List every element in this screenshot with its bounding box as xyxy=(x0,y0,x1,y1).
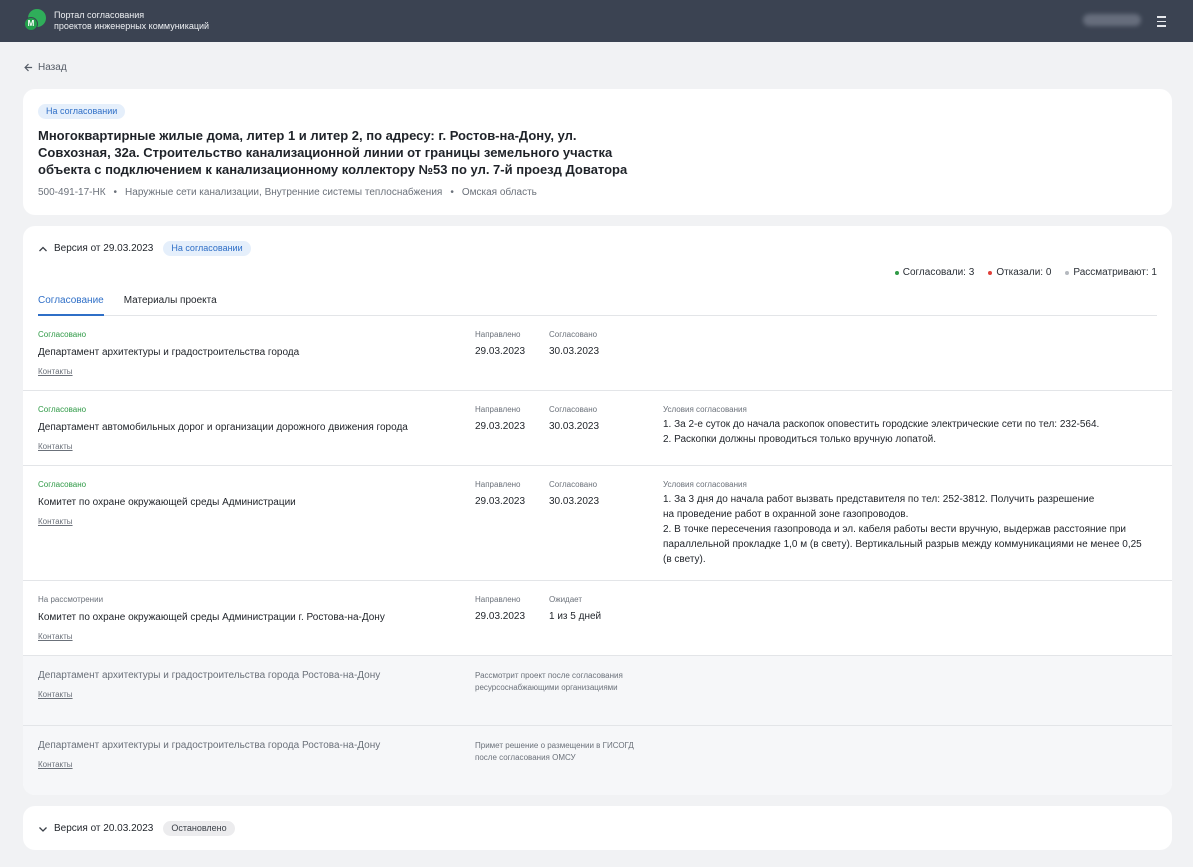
project-title: Многоквартирные жилые дома, литер 1 и ли… xyxy=(38,128,628,177)
row-organization: Комитет по охране окружающей среды Админ… xyxy=(38,612,385,623)
row-status: Согласовано xyxy=(38,405,87,414)
hamburger-menu-icon[interactable] xyxy=(1153,13,1169,29)
red-dot-icon xyxy=(988,270,993,275)
version-label: Версия от 20.03.2023 xyxy=(54,823,154,834)
meta-separator: • xyxy=(113,187,118,198)
sent-column: Направлено 29.03.2023 xyxy=(475,595,526,622)
version-tabs: Согласование Материалы проекта xyxy=(38,295,1157,316)
row-organization: Департамент архитектуры и градостроитель… xyxy=(38,347,300,358)
brand-line-2: проектов инженерных коммуникаций xyxy=(54,21,210,31)
sent-column: Направлено 29.03.2023 xyxy=(475,330,526,357)
contacts-link[interactable]: Контакты xyxy=(38,632,73,641)
grey-dot-icon xyxy=(1065,270,1070,275)
version-card-previous: Версия от 20.03.2023 Остановлено xyxy=(23,806,1172,850)
user-name-blurred[interactable] xyxy=(1083,14,1141,26)
brand-line-1: Портал согласования xyxy=(54,10,145,20)
sent-column: Направлено 29.03.2023 xyxy=(475,405,526,432)
approved-date: 30.03.2023 xyxy=(549,421,600,432)
chevron-down-icon[interactable] xyxy=(38,824,48,834)
pending-row: Департамент архитектуры и градостроитель… xyxy=(23,656,1172,726)
project-meta: 500-491-17-НК • Наружные сети канализаци… xyxy=(38,187,537,198)
stat-approved: Согласовали: 3 xyxy=(894,267,974,278)
waiting-column: Ожидает 1 из 5 дней xyxy=(549,595,602,622)
approval-row: Согласовано Департамент архитектуры и гр… xyxy=(23,316,1172,391)
row-organization: Департамент архитектуры и градостроитель… xyxy=(38,670,381,681)
approved-column: Согласовано 30.03.2023 xyxy=(549,480,600,507)
back-label: Назад xyxy=(38,62,67,73)
brand-title: Портал согласования проектов инженерных … xyxy=(54,10,209,32)
pending-note: Рассмотрит проект после согласования рес… xyxy=(475,671,623,692)
project-status-badge: На согласовании xyxy=(38,104,126,119)
pending-note: Примет решение о размещении в ГИСОГД пос… xyxy=(475,741,634,762)
approved-date: 30.03.2023 xyxy=(549,346,600,357)
sent-date: 29.03.2023 xyxy=(475,421,526,432)
arrow-left-icon xyxy=(24,63,33,72)
approval-stats: Согласовали: 3 Отказали: 0 Рассматривают… xyxy=(881,267,1157,278)
version-header[interactable]: Версия от 29.03.2023 На согласовании xyxy=(38,241,251,256)
approval-row: На рассмотрении Комитет по охране окружа… xyxy=(23,581,1172,656)
stat-rejected: Отказали: 0 xyxy=(988,267,1051,278)
sent-date: 29.03.2023 xyxy=(475,611,526,622)
sent-date: 29.03.2023 xyxy=(475,346,526,357)
contacts-link[interactable]: Контакты xyxy=(38,517,73,526)
version-card-current: Версия от 29.03.2023 На согласовании Сог… xyxy=(23,226,1172,795)
version-status-badge: На согласовании xyxy=(163,241,251,256)
approved-column: Согласовано 30.03.2023 xyxy=(549,405,600,432)
version-status-badge: Остановлено xyxy=(163,821,235,836)
top-bar: M Портал согласования проектов инженерны… xyxy=(0,0,1193,42)
contacts-link[interactable]: Контакты xyxy=(38,442,73,451)
sent-column: Направлено 29.03.2023 xyxy=(475,480,526,507)
conditions-text: 1. За 2-е суток до начала раскопок опове… xyxy=(663,419,1100,445)
approval-row: Согласовано Комитет по охране окружающей… xyxy=(23,466,1172,581)
sent-date: 29.03.2023 xyxy=(475,496,526,507)
meta-separator: • xyxy=(450,187,454,198)
project-region: Омская область xyxy=(461,187,537,198)
row-organization: Департамент автомобильных дорог и органи… xyxy=(38,422,408,433)
pending-row: Департамент архитектуры и градостроитель… xyxy=(23,726,1172,795)
stat-reviewing: Рассматривают: 1 xyxy=(1065,267,1157,278)
tab-project-materials[interactable]: Материалы проекта xyxy=(124,295,217,316)
approved-column: Согласовано 30.03.2023 xyxy=(549,330,600,357)
conditions-text: 1. За 3 дня до начала работ вызвать пред… xyxy=(663,494,1142,565)
portal-logo[interactable]: M xyxy=(24,9,48,33)
back-link[interactable]: Назад xyxy=(24,62,67,73)
waiting-days: 1 из 5 дней xyxy=(549,611,602,622)
chevron-up-icon[interactable] xyxy=(38,244,48,254)
conditions-column: Условия согласования 1. За 2-е суток до … xyxy=(663,405,1163,447)
contacts-link[interactable]: Контакты xyxy=(38,690,73,699)
approval-row: Согласовано Департамент автомобильных до… xyxy=(23,391,1172,466)
green-dot-icon xyxy=(894,270,899,275)
contacts-link[interactable]: Контакты xyxy=(38,367,73,376)
approved-date: 30.03.2023 xyxy=(549,496,600,507)
row-status: На рассмотрении xyxy=(38,595,104,604)
contacts-link[interactable]: Контакты xyxy=(38,760,73,769)
tab-approval[interactable]: Согласование xyxy=(38,295,104,316)
version-header[interactable]: Версия от 20.03.2023 Остановлено xyxy=(38,821,235,836)
row-status: Согласовано xyxy=(38,330,87,339)
version-label: Версия от 29.03.2023 xyxy=(54,243,154,254)
project-card: На согласовании Многоквартирные жилые до… xyxy=(23,89,1172,215)
row-organization: Комитет по охране окружающей среды Админ… xyxy=(38,497,296,508)
conditions-column: Условия согласования 1. За 3 дня до нача… xyxy=(663,480,1163,567)
row-status: Согласовано xyxy=(38,480,87,489)
project-code: 500-491-17-НК xyxy=(38,187,106,198)
project-networks: Наружные сети канализации, Внутренние си… xyxy=(125,187,443,198)
row-organization: Департамент архитектуры и градостроитель… xyxy=(38,740,381,751)
